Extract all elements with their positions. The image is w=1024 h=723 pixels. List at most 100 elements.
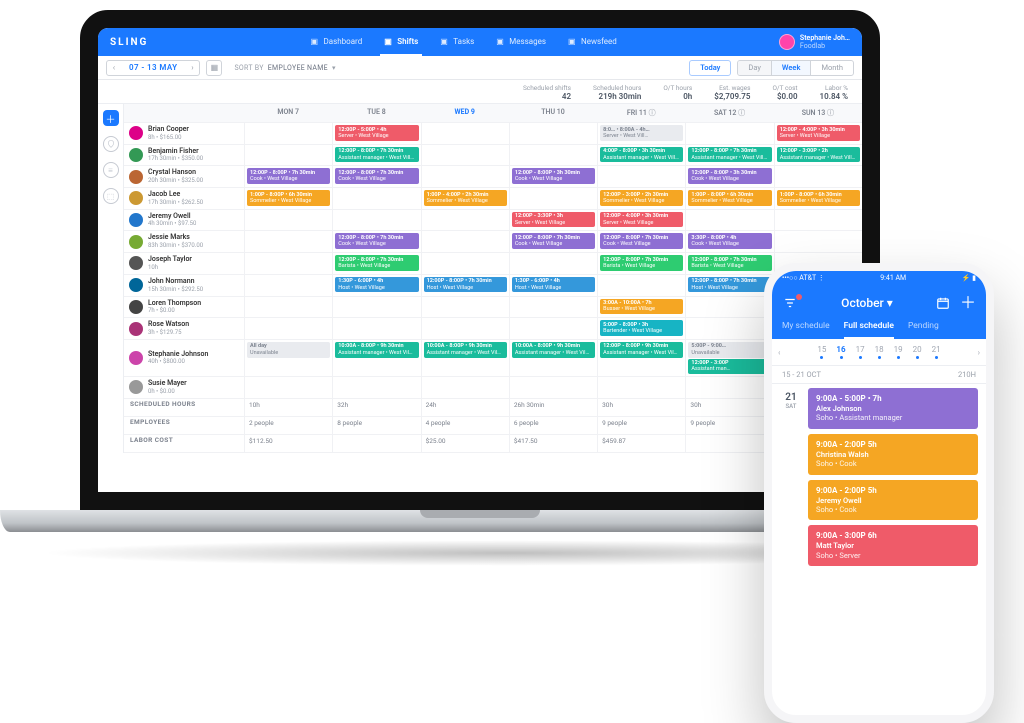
day-cell[interactable] bbox=[421, 253, 509, 274]
day-cell[interactable] bbox=[774, 166, 862, 187]
day-cell[interactable]: 12:00P - 8:00P • 7h 30minAssistant manag… bbox=[685, 145, 773, 166]
shift-block[interactable]: 12:00P - 8:00P • 7h 30minCook • West Vil… bbox=[335, 233, 418, 249]
shift-block[interactable]: 12:00P - 5:00P • 4hServer • West Village bbox=[335, 125, 418, 141]
day-cell[interactable] bbox=[509, 377, 597, 398]
shift-block[interactable]: 12:00P - 8:00P • 7h 30minHost • West Vil… bbox=[424, 277, 507, 293]
day-cell[interactable] bbox=[685, 318, 773, 339]
day-cell[interactable]: 12:00P - 8:00P • 7h 30minCook • West Vil… bbox=[509, 231, 597, 252]
shift-block[interactable]: 1:00P - 8:00P • 6h 30minSommelier • West… bbox=[688, 190, 771, 206]
employee-cell[interactable]: Joseph Taylor10h bbox=[124, 253, 244, 274]
day-cell[interactable]: 12:00P - 8:00P • 7h 30minBarista • West … bbox=[332, 253, 420, 274]
day-cell[interactable]: 12:00P - 8:00P • 7h 30minCook • West Vil… bbox=[332, 166, 420, 187]
day-cell[interactable] bbox=[332, 318, 420, 339]
day-cell[interactable] bbox=[685, 210, 773, 231]
phone-day[interactable]: 19 bbox=[894, 345, 903, 359]
phone-tab-pending[interactable]: Pending bbox=[908, 321, 939, 339]
day-cell[interactable] bbox=[509, 297, 597, 318]
shift-block[interactable]: 3:30P - 8:00P • 4hCook • West Village bbox=[688, 233, 771, 249]
day-cell[interactable] bbox=[332, 377, 420, 398]
day-cell[interactable] bbox=[597, 275, 685, 296]
phone-shift-card[interactable]: 9:00A - 3:00P 6hMatt TaylorSoho • Server bbox=[808, 525, 978, 566]
shift-block[interactable]: 10:00A - 8:00P • 9h 30minAssistant manag… bbox=[424, 342, 507, 358]
shift-block[interactable]: 12:00P - 8:00P • 3h 30minCook • West Vil… bbox=[688, 168, 771, 184]
day-cell[interactable] bbox=[244, 231, 332, 252]
nav-dashboard[interactable]: ▣Dashboard bbox=[307, 29, 367, 56]
phone-next-week[interactable]: › bbox=[978, 348, 980, 357]
day-cell[interactable]: 5:00P - 8:00P • 3hBartender • West Villa… bbox=[597, 318, 685, 339]
day-cell[interactable]: 12:00P - 8:00P • 7h 30minCook • West Vil… bbox=[332, 231, 420, 252]
shift-block[interactable]: 4:00P - 8:00P • 3h 30minAssistant manage… bbox=[600, 147, 683, 163]
day-cell[interactable]: 12:00P - 4:00P • 3h 30minServer • West V… bbox=[597, 210, 685, 231]
day-header[interactable]: TUE 8 bbox=[332, 104, 420, 122]
day-cell[interactable]: 1:00P - 8:00P • 6h 30minSommelier • West… bbox=[685, 188, 773, 209]
day-cell[interactable] bbox=[244, 210, 332, 231]
day-cell[interactable] bbox=[421, 318, 509, 339]
day-cell[interactable] bbox=[421, 123, 509, 144]
view-week[interactable]: Week bbox=[771, 61, 811, 75]
shift-block[interactable]: 12:00P - 8:00P • 7h 30minBarista • West … bbox=[600, 255, 683, 271]
day-cell[interactable]: 12:00P - 3:30P • 3hServer • West Village bbox=[509, 210, 597, 231]
phone-calendar-button[interactable] bbox=[936, 296, 950, 310]
employee-cell[interactable]: Brian Cooper8h • $165.00 bbox=[124, 123, 244, 144]
day-cell[interactable]: 12:00P - 8:00P • 3h 30minCook • West Vil… bbox=[685, 166, 773, 187]
day-cell[interactable] bbox=[421, 377, 509, 398]
day-cell[interactable] bbox=[244, 145, 332, 166]
employee-cell[interactable]: Benjamin Fisher17h 30min • $350.00 bbox=[124, 145, 244, 166]
shift-block[interactable]: 12:00P - 8:00P • 7h 30minHost • West Vil… bbox=[688, 277, 771, 293]
day-cell[interactable]: 3:30P - 8:00P • 4hCook • West Village bbox=[685, 231, 773, 252]
filter-icon[interactable]: ≡ bbox=[103, 162, 119, 178]
day-cell[interactable] bbox=[597, 377, 685, 398]
phone-filter-button[interactable] bbox=[782, 296, 798, 310]
shift-block[interactable]: 12:00P - 3:00P • 2hAssistant manager • W… bbox=[777, 147, 860, 163]
day-cell[interactable]: 1:30P - 6:00P • 4hHost • West Village bbox=[332, 275, 420, 296]
day-cell[interactable]: 1:00P - 8:00P • 6h 30minSommelier • West… bbox=[244, 188, 332, 209]
day-cell[interactable]: All dayUnavailable bbox=[244, 340, 332, 376]
day-cell[interactable] bbox=[421, 210, 509, 231]
day-header[interactable]: SUN 13 ⓘ bbox=[774, 104, 862, 122]
day-cell[interactable]: 4:00P - 8:00P • 3h 30minAssistant manage… bbox=[597, 145, 685, 166]
day-cell[interactable] bbox=[244, 275, 332, 296]
shift-block[interactable]: 1:00P - 8:00P • 6h 30minSommelier • West… bbox=[247, 190, 330, 206]
day-cell[interactable]: 10:00A - 8:00P • 9h 30minAssistant manag… bbox=[421, 340, 509, 376]
shift-block[interactable]: 12:00P - 8:00P • 7h 30minCook • West Vil… bbox=[512, 233, 595, 249]
day-cell[interactable]: 12:00P - 3:00P • 2h 30minSommelier • Wes… bbox=[597, 188, 685, 209]
view-month[interactable]: Month bbox=[810, 61, 853, 75]
day-header[interactable]: FRI 11 ⓘ bbox=[597, 104, 685, 122]
phone-day[interactable]: 15 bbox=[817, 345, 826, 359]
phone-shift-card[interactable]: 9:00A - 2:00P 5hJeremy OwellSoho • Cook bbox=[808, 480, 978, 521]
day-cell[interactable]: 12:00P - 8:00P • 7h 30minBarista • West … bbox=[597, 253, 685, 274]
calendar-picker-button[interactable]: ▦ bbox=[206, 60, 222, 76]
day-cell[interactable] bbox=[421, 297, 509, 318]
shift-block[interactable]: 12:00P - 8:00P • 3h 30minCook • West Vil… bbox=[512, 168, 595, 184]
employee-cell[interactable]: Rose Watson3h • $129.75 bbox=[124, 318, 244, 339]
shift-block[interactable]: 5:00P - 9:00…Unavailable bbox=[688, 342, 771, 358]
shift-block[interactable]: 12:00P - 3:00P • 2h 30minSommelier • Wes… bbox=[600, 190, 683, 206]
day-cell[interactable]: 5:00P - 9:00…Unavailable12:00P - 3:00PAs… bbox=[685, 340, 773, 376]
phone-day[interactable]: 21 bbox=[932, 345, 941, 359]
shift-block[interactable]: 3:00A - 10:00A • 7hBusser • West Village bbox=[600, 299, 683, 315]
add-button[interactable]: ＋ bbox=[103, 110, 119, 126]
day-cell[interactable]: 12:00P - 8:00P • 7h 30minCook • West Vil… bbox=[597, 231, 685, 252]
day-cell[interactable]: 12:00P - 8:00P • 7h 30minHost • West Vil… bbox=[421, 275, 509, 296]
shift-block[interactable]: 5:00P - 8:00P • 3hBartender • West Villa… bbox=[600, 320, 683, 336]
phone-day[interactable]: 16 bbox=[836, 345, 845, 359]
day-cell[interactable]: 12:00P - 8:00P • 9h 30minAssistant manag… bbox=[597, 340, 685, 376]
day-cell[interactable] bbox=[332, 297, 420, 318]
phone-prev-week[interactable]: ‹ bbox=[778, 348, 780, 357]
employee-cell[interactable]: Loren Thompson7h • $0.00 bbox=[124, 297, 244, 318]
employee-cell[interactable]: Jessie Marks83h 30min • $370.00 bbox=[124, 231, 244, 252]
shift-block[interactable]: 8:0… • 8:00A - 4h…Server • West Vill… bbox=[600, 125, 683, 141]
day-cell[interactable]: 12:00P - 8:00P • 3h 30minCook • West Vil… bbox=[509, 166, 597, 187]
day-cell[interactable]: 3:00A - 10:00A • 7hBusser • West Village bbox=[597, 297, 685, 318]
day-cell[interactable]: 12:00P - 5:00P • 4hServer • West Village bbox=[332, 123, 420, 144]
day-cell[interactable]: 12:00P - 8:00P • 7h 30minBarista • West … bbox=[685, 253, 773, 274]
day-cell[interactable] bbox=[244, 297, 332, 318]
day-cell[interactable] bbox=[332, 210, 420, 231]
day-cell[interactable] bbox=[685, 377, 773, 398]
next-range-button[interactable]: › bbox=[185, 61, 199, 75]
shift-block[interactable]: 1:30P - 6:00P • 4hHost • West Village bbox=[335, 277, 418, 293]
day-cell[interactable]: 1:00P - 8:00P • 6h 30minSommelier • West… bbox=[774, 188, 862, 209]
day-cell[interactable]: 12:00P - 3:00P • 2hAssistant manager • W… bbox=[774, 145, 862, 166]
day-cell[interactable]: 12:00P - 8:00P • 7h 30minAssistant manag… bbox=[332, 145, 420, 166]
day-cell[interactable] bbox=[509, 145, 597, 166]
